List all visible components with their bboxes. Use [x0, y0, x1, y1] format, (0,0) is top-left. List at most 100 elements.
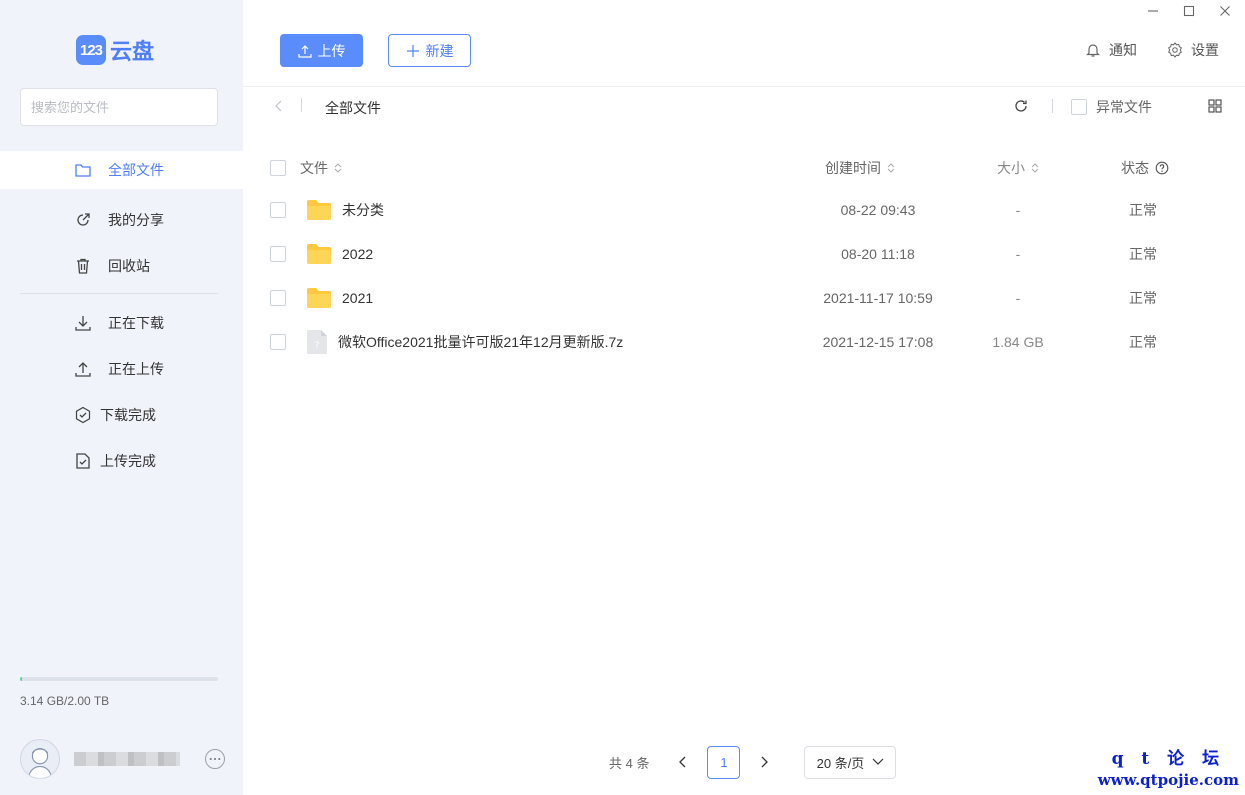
file-size: - — [1015, 202, 1021, 218]
more-options-button[interactable] — [205, 749, 225, 769]
sidebar-item-uploading[interactable]: 正在上传 — [0, 346, 243, 392]
pagination: 共 4 条 1 20 条/页 — [609, 745, 897, 779]
refresh-icon[interactable] — [1013, 98, 1029, 114]
sidebar-item-label: 我的分享 — [108, 212, 164, 228]
row-checkbox[interactable] — [270, 246, 286, 262]
back-arrow-icon[interactable] — [273, 99, 285, 113]
header-size[interactable]: 大小 — [997, 158, 1039, 178]
sidebar-item-download-done[interactable]: 下载完成 — [0, 392, 243, 438]
download-done-icon — [74, 406, 92, 424]
header-name-label: 文件 — [300, 160, 328, 176]
table-row[interactable]: 未分类 08-22 09:43 - 正常 — [243, 188, 1245, 232]
page-number-button[interactable]: 1 — [707, 745, 741, 779]
upload-button[interactable]: 上传 — [280, 34, 363, 67]
minimize-icon — [1148, 10, 1158, 12]
maximize-button[interactable] — [1181, 3, 1197, 19]
file-size: - — [1015, 290, 1021, 306]
avatar[interactable] — [20, 739, 60, 779]
settings-button[interactable]: 设置 — [1167, 40, 1219, 60]
chevron-right-icon — [762, 756, 769, 768]
search-input[interactable] — [31, 99, 207, 115]
help-icon[interactable] — [1155, 161, 1169, 175]
sidebar-nav: 全部文件 我的分享 回收站 正在下载 正在上传 下载完成 上传完成 — [0, 151, 243, 484]
new-button-label: 新建 — [425, 42, 454, 59]
toolbar-separator — [1052, 99, 1053, 113]
close-button[interactable] — [1217, 3, 1233, 19]
file-name: 2022 — [342, 246, 374, 262]
logo-text: 云盘 — [110, 39, 155, 64]
sidebar-item-label: 正在下载 — [108, 315, 164, 331]
file-name: 2021 — [342, 290, 374, 306]
breadcrumb-divider — [301, 98, 302, 112]
file-status: 正常 — [1129, 246, 1157, 262]
sidebar-item-upload-done[interactable]: 上传完成 — [0, 438, 243, 484]
page-size-value: 20 条/页 — [816, 755, 865, 771]
folder-icon — [307, 288, 331, 308]
sidebar-item-recycle-bin[interactable]: 回收站 — [0, 243, 243, 289]
trash-icon — [74, 257, 92, 275]
upload-button-label: 上传 — [317, 42, 346, 59]
header-name[interactable]: 文件 — [300, 158, 342, 178]
grid-view-icon[interactable] — [1208, 99, 1222, 113]
chevron-left-icon — [679, 756, 686, 768]
file-name: 未分类 — [342, 202, 384, 218]
file-status: 正常 — [1129, 202, 1157, 218]
search-box — [20, 88, 218, 126]
abnormal-files-filter[interactable]: 异常文件 — [1071, 97, 1152, 117]
table-row[interactable]: 2022 08-20 11:18 - 正常 — [243, 232, 1245, 276]
notify-button[interactable]: 通知 — [1085, 40, 1137, 60]
table-row[interactable]: 2021 2021-11-17 10:59 - 正常 — [243, 276, 1245, 320]
sidebar-item-label: 正在上传 — [108, 361, 164, 377]
file-name-cell[interactable]: 2021 — [306, 287, 373, 309]
settings-label: 设置 — [1191, 42, 1219, 58]
row-checkbox[interactable] — [270, 334, 286, 350]
sidebar-item-label: 下载完成 — [100, 407, 156, 423]
row-checkbox[interactable] — [270, 202, 286, 218]
sidebar-item-label: 上传完成 — [100, 453, 156, 469]
header-time[interactable]: 创建时间 — [825, 158, 895, 178]
plus-icon — [406, 44, 419, 57]
select-all-checkbox[interactable] — [270, 160, 286, 176]
folder-icon — [307, 200, 331, 220]
file-time: 08-20 11:18 — [841, 246, 915, 262]
upload-done-icon — [74, 452, 92, 470]
file-name-cell[interactable]: 2022 — [306, 243, 373, 265]
row-checkbox[interactable] — [270, 290, 286, 306]
page-size-select[interactable]: 20 条/页 — [804, 745, 897, 779]
minimize-button[interactable] — [1145, 3, 1161, 19]
storage-bar-fill — [20, 677, 22, 681]
breadcrumb-bar: 全部文件 异常文件 — [243, 92, 1245, 120]
file-status: 正常 — [1129, 290, 1157, 306]
notify-label: 通知 — [1109, 42, 1137, 58]
table-row[interactable]: ? 微软Office2021批量许可版21年12月更新版.7z 2021-12-… — [243, 320, 1245, 364]
sidebar-item-downloading[interactable]: 正在下载 — [0, 300, 243, 346]
header-size-label: 大小 — [997, 160, 1025, 176]
storage-bar — [20, 677, 218, 681]
new-button[interactable]: 新建 — [388, 34, 471, 67]
more-dots-icon — [209, 757, 221, 761]
close-icon — [1220, 6, 1230, 16]
file-status: 正常 — [1129, 334, 1157, 350]
file-table: 文件 创建时间 大小 状态 未分类 08-22 09:43 - 正常 2022 … — [243, 148, 1245, 364]
file-name-cell[interactable]: 未分类 — [306, 199, 384, 221]
folder-icon — [307, 244, 331, 264]
header-time-label: 创建时间 — [825, 160, 881, 176]
abnormal-files-checkbox[interactable] — [1071, 99, 1087, 115]
logo: 123 云盘 — [76, 34, 154, 66]
next-page-button[interactable] — [756, 754, 772, 770]
sidebar-item-all-files[interactable]: 全部文件 — [0, 151, 243, 189]
sidebar-item-my-share[interactable]: 我的分享 — [0, 197, 243, 243]
maximize-icon — [1183, 5, 1195, 17]
main-content: 上传 新建 通知 设置 全部文件 异常文件 文件 创建时间 大小 状态 未分类 … — [243, 0, 1245, 795]
storage-usage: 3.14 GB/2.00 TB — [20, 677, 218, 708]
upload-icon — [297, 44, 312, 58]
file-time: 2021-11-17 10:59 — [823, 290, 933, 306]
sort-icon — [1031, 163, 1039, 173]
sort-icon — [334, 163, 342, 173]
breadcrumb[interactable]: 全部文件 — [325, 98, 381, 118]
chevron-down-icon — [872, 758, 884, 765]
file-name-cell[interactable]: ? 微软Office2021批量许可版21年12月更新版.7z — [306, 329, 623, 355]
file-size: - — [1015, 246, 1021, 262]
user-panel — [20, 737, 225, 781]
prev-page-button[interactable] — [675, 754, 691, 770]
